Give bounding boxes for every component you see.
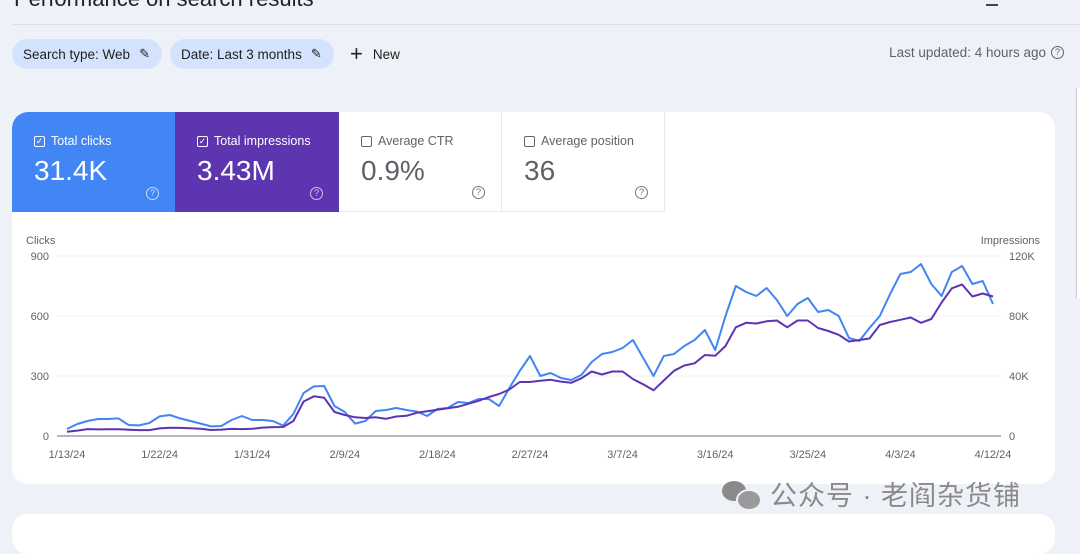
y-axis-title: Clicks: [26, 235, 56, 247]
filter-chip-date[interactable]: Date: Last 3 months ✎: [170, 39, 334, 69]
filter-chip-label: Date: Last 3 months: [181, 46, 302, 62]
y2-tick-label: 80K: [1009, 311, 1029, 323]
performance-chart: 0 300 600 900 0 40K 80K 120K Clicks Impressions 1/…: [26, 235, 1041, 461]
scrollbar[interactable]: [1076, 88, 1080, 298]
new-filter-label: New: [372, 46, 400, 62]
x-tick-label: 2/18/24: [419, 449, 456, 461]
last-updated-text: Last updated: 4 hours ago: [889, 45, 1046, 60]
filter-chip-search-type[interactable]: Search type: Web ✎: [12, 39, 162, 69]
x-tick-label: 1/31/24: [234, 449, 271, 461]
last-updated: Last updated: 4 hours ago ?: [889, 45, 1064, 60]
page-title: Performance on search results: [14, 0, 314, 12]
x-tick-label: 2/27/24: [512, 449, 549, 461]
x-tick-label: 3/16/24: [697, 449, 734, 461]
header-divider: [12, 24, 1080, 25]
watermark: 公众号 · 老阎杂货铺: [722, 474, 1021, 513]
filter-chip-label: Search type: Web: [23, 46, 131, 62]
secondary-card: [12, 514, 1055, 554]
x-tick-label: 3/7/24: [607, 449, 638, 461]
new-filter-button[interactable]: + New: [350, 39, 400, 69]
help-icon[interactable]: ?: [1051, 46, 1064, 59]
y2-tick-label: 40K: [1009, 371, 1029, 383]
y2-axis-title: Impressions: [981, 235, 1041, 247]
plus-icon: +: [350, 41, 363, 66]
y-tick-label: 900: [31, 251, 49, 263]
watermark-text: 公众号 · 老阎杂货铺: [770, 481, 1021, 511]
x-tick-label: 1/22/24: [141, 449, 178, 461]
y-tick-label: 600: [31, 311, 49, 323]
x-tick-label: 4/12/24: [975, 449, 1012, 461]
y2-tick-label: 0: [1009, 431, 1015, 443]
performance-card: ✓ Total clicks 31.4K ? ✓ Total impressions…: [12, 112, 1055, 484]
x-tick-label: 2/9/24: [330, 449, 361, 461]
x-tick-label: 3/25/24: [789, 449, 826, 461]
edit-pencil-icon: ✎: [139, 46, 150, 61]
edit-pencil-icon: ✎: [310, 46, 322, 61]
y-tick-label: 0: [43, 431, 49, 443]
x-tick-label: 1/13/24: [49, 449, 86, 461]
menu-icon[interactable]: [986, 0, 998, 6]
y2-tick-label: 120K: [1009, 251, 1035, 263]
x-tick-label: 4/3/24: [885, 449, 916, 461]
series-line-clicks: [66, 263, 994, 430]
y-tick-label: 300: [31, 371, 49, 383]
wechat-icon: [722, 479, 762, 511]
